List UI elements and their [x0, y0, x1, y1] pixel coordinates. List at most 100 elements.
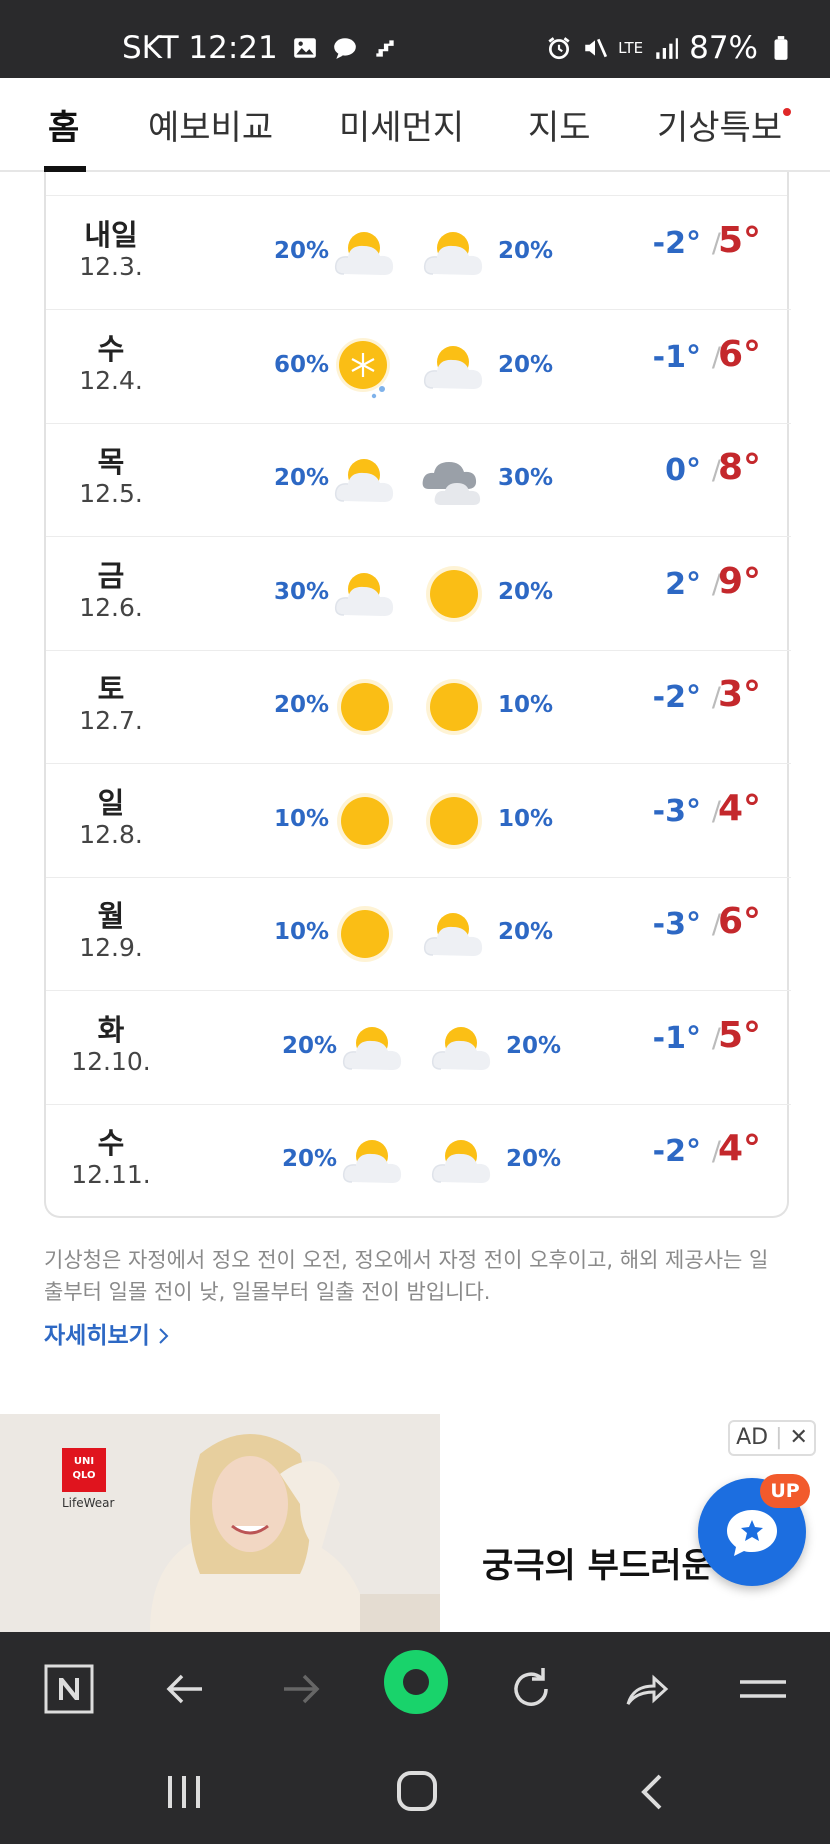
tab-bar: 홈 예보비교 미세먼지 지도 기상특보	[0, 78, 830, 172]
system-navigation-bar	[0, 1744, 830, 1844]
high-temp: 5°	[717, 220, 761, 261]
back-arrow-icon[interactable]	[158, 1662, 212, 1716]
sunny-icon	[330, 786, 400, 856]
forecast-date: 12.8.	[79, 819, 143, 849]
high-temp: 6°	[717, 901, 761, 942]
am-precip-chance: 20%	[274, 238, 330, 264]
partly-cloudy-icon	[419, 899, 489, 969]
partly-cloudy-icon	[330, 445, 400, 515]
forecast-day: 월	[97, 899, 125, 933]
cloudy-icon	[419, 445, 489, 515]
green-dot-search-button[interactable]	[384, 1650, 448, 1714]
forecast-date: 12.6.	[79, 592, 143, 622]
high-temp: 4°	[717, 787, 761, 829]
notification-dot	[783, 108, 791, 116]
ad-close-badge[interactable]: AD | ✕	[728, 1420, 816, 1456]
pm-precip-chance: 20%	[498, 578, 554, 605]
high-temp: 4°	[717, 1128, 761, 1169]
share-icon[interactable]	[620, 1662, 674, 1716]
chevron-right-icon	[159, 1328, 169, 1344]
sunny-icon	[330, 672, 400, 742]
gallery-icon	[293, 38, 316, 58]
sunny-icon	[419, 559, 489, 629]
high-temp: 8°	[717, 447, 761, 488]
am-precip-chance: 60%	[274, 351, 330, 378]
status-bar: SKT 12:21 LTE 87%	[0, 0, 830, 78]
low-temp: -1°	[652, 1020, 701, 1056]
brand-tagline: LifeWear	[62, 1496, 115, 1510]
am-precip-chance: 10%	[274, 805, 330, 832]
high-temp: 9°	[717, 560, 761, 602]
forecast-day: 일	[97, 785, 125, 820]
sunny-icon	[419, 672, 489, 742]
partly-cloudy-icon	[419, 218, 489, 288]
battery-level: 87%	[689, 30, 758, 66]
forecast-row[interactable]: 내일 12.3. 20% 20% -2°/5°	[46, 196, 791, 310]
more-details-label: 자세히보기	[44, 1323, 150, 1349]
forward-arrow-icon[interactable]	[274, 1662, 328, 1716]
low-temp: 0°	[665, 453, 701, 488]
naver-home-icon[interactable]	[42, 1662, 96, 1716]
snow-icon	[330, 332, 400, 402]
forecast-day: 화	[97, 1012, 125, 1047]
system-back-icon[interactable]	[632, 1770, 672, 1814]
forecast-row[interactable]: 일 12.8. 10% 10% -3°/4°	[46, 764, 791, 878]
more-details-link[interactable]: 자세히보기	[44, 1316, 170, 1350]
forecast-row[interactable]: 수 12.4. 60% 20% -1°/6°	[46, 310, 791, 424]
ad-model-image: UNI QLO LifeWear	[0, 1414, 440, 1632]
refresh-icon[interactable]	[504, 1662, 558, 1716]
tab-home[interactable]: 홈	[48, 100, 79, 149]
am-precip-chance: 30%	[274, 578, 330, 605]
am-precip-chance: 20%	[282, 1032, 338, 1059]
partly-cloudy-icon	[419, 332, 489, 402]
forecast-row[interactable]: 목 12.5. 20% 30% 0°/8°	[46, 423, 791, 537]
pm-precip-chance: 20%	[498, 919, 554, 945]
chat-bubble-icon	[333, 38, 356, 59]
pm-precip-chance: 20%	[498, 351, 554, 378]
am-precip-chance: 20%	[282, 1146, 338, 1172]
mute-icon	[585, 38, 608, 58]
partly-cloudy-icon	[427, 1013, 497, 1083]
forecast-date: 12.9.	[79, 933, 143, 962]
tab-fine-dust[interactable]: 미세먼지	[339, 100, 464, 149]
menu-icon[interactable]	[736, 1662, 790, 1716]
home-icon[interactable]	[394, 1768, 440, 1814]
forecast-date: 12.3.	[79, 252, 143, 281]
forecast-row[interactable]: 월 12.9. 10% 20% -3°/6°	[46, 877, 791, 991]
card-header-strip	[46, 172, 787, 196]
tab-forecast-compare[interactable]: 예보비교	[148, 100, 273, 149]
forecast-row[interactable]: 수 12.11. 20% 20% -2°/4°	[46, 1104, 791, 1218]
signal-icon	[656, 38, 679, 59]
tab-map[interactable]: 지도	[528, 100, 591, 149]
forecast-row[interactable]: 화 12.10. 20% 20% -1°/5°	[46, 991, 791, 1105]
low-temp: 2°	[665, 566, 701, 602]
tab-weather-warning[interactable]: 기상특보	[657, 100, 782, 149]
up-badge: UP	[760, 1474, 810, 1508]
uniqlo-logo: UNI QLO	[62, 1448, 106, 1492]
forecast-day: 목	[97, 445, 125, 479]
forecast-date: 12.11.	[71, 1160, 151, 1189]
close-icon[interactable]: ✕	[789, 1425, 807, 1450]
recent-apps-icon[interactable]	[164, 1770, 204, 1814]
forecast-row[interactable]: 토 12.7. 20% 10% -2°/3°	[46, 650, 791, 764]
partly-cloudy-icon	[330, 218, 400, 288]
low-temp: -3°	[652, 907, 701, 942]
low-temp: -3°	[652, 793, 701, 829]
am-precip-chance: 20%	[274, 692, 330, 718]
forecast-date: 12.10.	[71, 1046, 151, 1076]
forecast-row[interactable]: 금 12.6. 30% 20% 2°/9°	[46, 537, 791, 651]
time-definition-note: 기상청은 자정에서 정오 전이 오전, 정오에서 자정 전이 오후이고, 해외 …	[44, 1248, 769, 1304]
battery-icon	[774, 36, 788, 60]
forecast-day: 토	[97, 672, 125, 706]
low-temp: -1°	[652, 339, 701, 375]
partly-cloudy-icon	[330, 559, 400, 629]
alarm-icon	[548, 37, 570, 60]
partly-cloudy-icon	[338, 1126, 408, 1196]
sunny-icon	[330, 899, 400, 969]
network-type: LTE	[618, 39, 644, 57]
forecast-day: 내일	[84, 218, 138, 252]
am-precip-chance: 20%	[274, 465, 330, 491]
forecast-date: 12.7.	[79, 706, 143, 735]
high-temp: 5°	[717, 1014, 761, 1056]
partly-cloudy-icon	[338, 1013, 408, 1083]
